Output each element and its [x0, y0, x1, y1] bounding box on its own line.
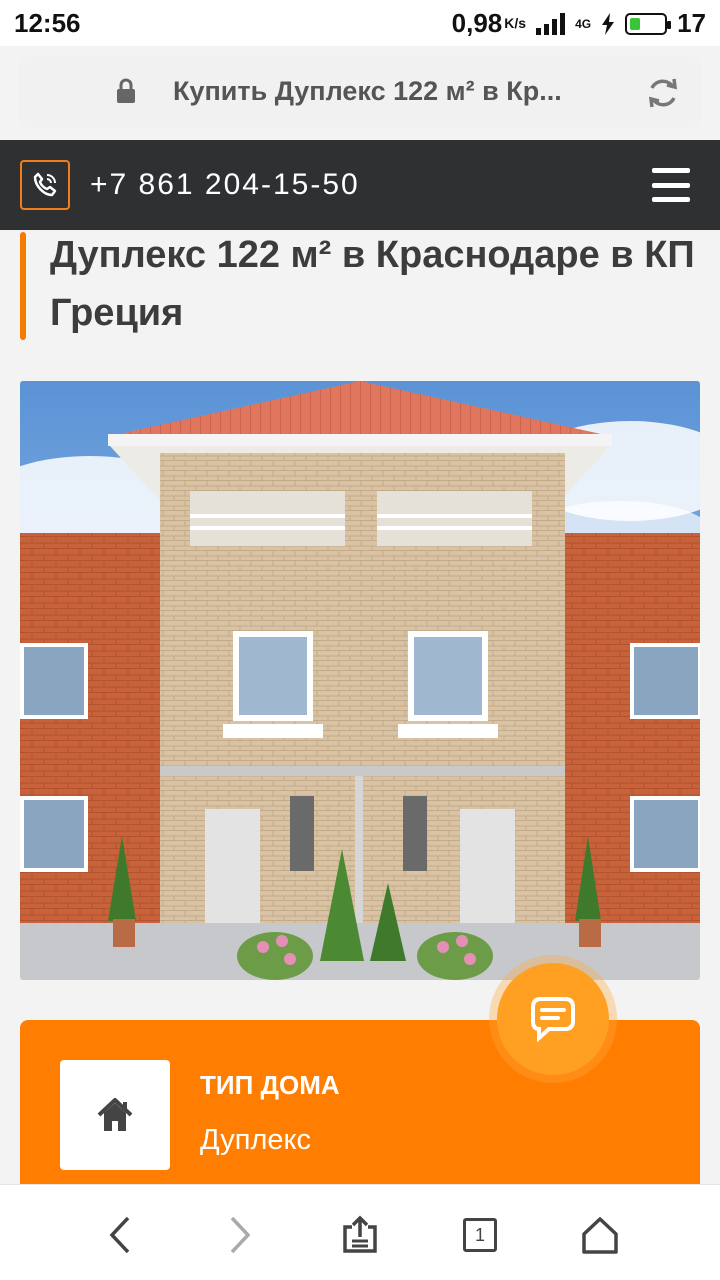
share-button[interactable] — [338, 1213, 382, 1257]
network-type: 4G — [575, 16, 592, 31]
hamburger-menu-icon[interactable] — [652, 168, 690, 202]
lock-icon — [117, 78, 135, 103]
back-arrow-icon — [109, 1216, 130, 1254]
chat-icon — [531, 997, 575, 1043]
phone-call-button[interactable] — [20, 160, 70, 210]
forward-arrow-icon — [230, 1216, 251, 1254]
tabs-count: 1 — [463, 1218, 497, 1252]
home-button[interactable] — [578, 1213, 622, 1257]
status-indicators: 0,98 K/s 4G 17 — [452, 8, 706, 39]
back-button[interactable] — [98, 1213, 142, 1257]
url-bar[interactable]: Купить Дуплекс 122 м² в Кр... — [18, 56, 702, 128]
battery-level: 17 — [677, 8, 706, 38]
share-icon — [343, 1215, 377, 1253]
site-header: +7 861 204-15-50 — [0, 140, 720, 230]
title-accent-bar — [20, 232, 26, 340]
forward-button[interactable] — [218, 1213, 262, 1257]
tabs-button[interactable]: 1 — [458, 1213, 502, 1257]
house-type-label: ТИП ДОМА — [200, 1070, 340, 1100]
page-title: Дуплекс 122 м² в Краснодаре в КП Греция — [50, 234, 695, 334]
house-photo — [20, 381, 700, 980]
phone-icon — [33, 172, 57, 197]
browser-bottom-bar: 1 — [0, 1184, 720, 1280]
charging-icon — [602, 12, 615, 35]
url-title[interactable]: Купить Дуплекс 122 м² в Кр... — [173, 76, 603, 107]
house-icon-box — [60, 1060, 170, 1170]
home-icon — [582, 1217, 618, 1254]
house-type-value: Дуплекс — [200, 1124, 312, 1156]
status-time: 12:56 — [14, 8, 81, 38]
signal-icon — [536, 12, 566, 35]
status-bar: 12:56 0,98 K/s 4G 17 — [0, 0, 720, 46]
house-icon — [97, 1098, 133, 1131]
battery-icon — [625, 12, 672, 35]
header-phone-number[interactable]: +7 861 204-15-50 — [90, 168, 360, 202]
chat-callback-button[interactable] — [497, 963, 609, 1075]
network-speed: 0,98 K/s — [451, 8, 527, 38]
reload-icon[interactable] — [646, 76, 680, 110]
